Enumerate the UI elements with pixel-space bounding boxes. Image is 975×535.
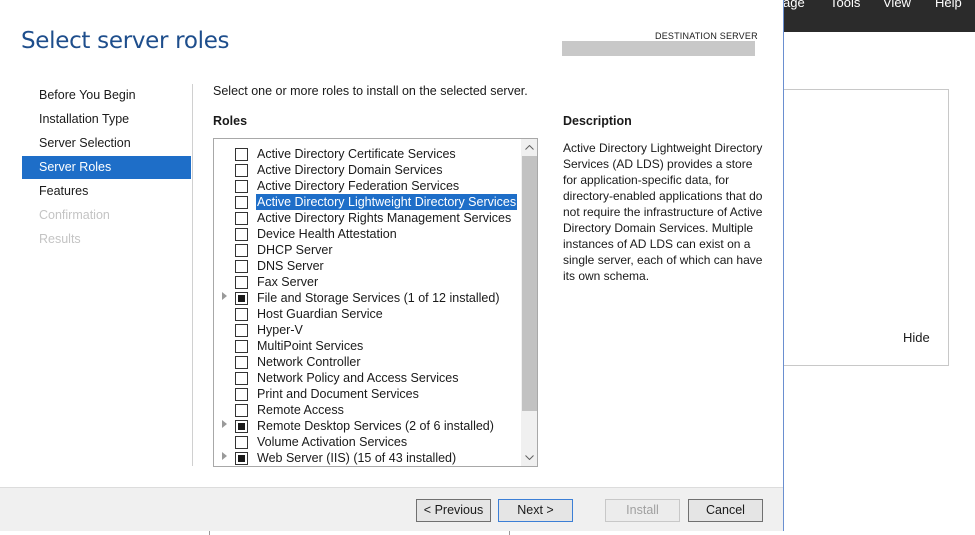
expand-arrow-icon[interactable] [222,452,227,460]
scroll-up-button[interactable] [521,139,537,156]
install-button: Install [605,499,680,522]
role-label: Web Server (IIS) (15 of 43 installed) [257,451,457,465]
role-label: Hyper-V [257,323,303,337]
role-checkbox[interactable] [235,228,248,241]
role-checkbox[interactable] [235,148,248,161]
description-text: Active Directory Lightweight Directory S… [563,141,763,283]
role-label: Active Directory Lightweight Directory S… [254,193,519,211]
nav-server-selection[interactable]: Server Selection [22,132,191,155]
scroll-down-button[interactable] [521,449,537,466]
role-row[interactable]: Remote Desktop Services (2 of 6 installe… [214,417,522,433]
menu-manage[interactable]: age [783,0,805,10]
nav-confirmation: Confirmation [39,208,110,222]
role-row[interactable]: Host Guardian Service [214,305,522,321]
role-checkbox[interactable] [235,276,248,289]
role-label: Network Policy and Access Services [257,371,459,385]
role-label: Remote Desktop Services (2 of 6 installe… [257,419,494,433]
role-row[interactable]: Active Directory Rights Management Servi… [214,209,522,225]
role-label: MultiPoint Services [257,339,364,353]
role-row[interactable]: Print and Document Services [214,385,522,401]
role-label: Network Controller [257,355,361,369]
role-checkbox[interactable] [235,180,248,193]
role-checkbox[interactable] [235,308,248,321]
role-row[interactable]: Network Controller [214,353,522,369]
role-label: Remote Access [257,403,344,417]
role-checkbox[interactable] [235,436,248,449]
nav-before-you-begin[interactable]: Before You Begin [22,84,191,107]
nav-server-roles[interactable]: Server Roles [22,156,191,179]
menu-tools[interactable]: Tools [830,0,860,10]
role-row[interactable]: Hyper-V [214,321,522,337]
role-checkbox[interactable] [235,404,248,417]
role-row[interactable]: DHCP Server [214,241,522,257]
role-checkbox[interactable] [235,196,248,209]
role-row[interactable]: Active Directory Lightweight Directory S… [214,193,522,211]
role-row[interactable]: Remote Access [214,401,522,417]
destination-server-name-redacted [562,41,755,56]
role-checkbox[interactable] [235,420,248,433]
previous-button[interactable]: < Previous [416,499,491,522]
role-row[interactable]: DNS Server [214,257,522,273]
role-label: Volume Activation Services [257,435,408,449]
role-checkbox[interactable] [235,372,248,385]
background-panel [783,89,949,366]
role-row[interactable]: Active Directory Certificate Services [214,145,522,161]
destination-server-label: DESTINATION SERVER [655,31,758,41]
role-checkbox[interactable] [235,340,248,353]
role-label: Active Directory Rights Management Servi… [257,211,512,225]
role-row[interactable]: Web Server (IIS) (15 of 43 installed) [214,449,522,465]
role-row[interactable]: Volume Activation Services [214,433,522,449]
menu-view[interactable]: View [883,0,911,10]
roles-heading: Roles [213,114,248,128]
role-label: Active Directory Certificate Services [257,147,456,161]
add-roles-wizard: Select server roles DESTINATION SERVER B… [0,0,784,531]
cancel-button[interactable]: Cancel [688,499,763,522]
role-label: Active Directory Domain Services [257,163,443,177]
role-label: DNS Server [257,259,324,273]
instruction-text: Select one or more roles to install on t… [213,84,528,98]
nav-divider [192,84,193,466]
role-row[interactable]: MultiPoint Services [214,337,522,353]
role-row[interactable]: Active Directory Federation Services [214,177,522,193]
role-checkbox[interactable] [235,212,248,225]
expand-arrow-icon[interactable] [222,420,227,428]
role-label: DHCP Server [257,243,333,257]
roles-scrollbar[interactable] [521,139,537,466]
role-label: Host Guardian Service [257,307,383,321]
role-label: Active Directory Federation Services [257,179,460,193]
role-checkbox[interactable] [235,164,248,177]
description-heading: Description [563,114,632,128]
role-checkbox[interactable] [235,356,248,369]
role-checkbox[interactable] [235,292,248,305]
menu-help[interactable]: Help [935,0,962,10]
chevron-down-icon [525,455,534,460]
hide-link[interactable]: Hide [903,330,930,345]
page-title: Select server roles [21,28,230,54]
role-checkbox[interactable] [235,452,248,465]
server-manager-menubar: age Tools View Help [783,0,975,32]
next-button[interactable]: Next > [498,499,573,522]
chevron-up-icon [525,145,534,150]
nav-installation-type[interactable]: Installation Type [22,108,191,131]
scroll-thumb[interactable] [522,156,537,411]
role-label: Device Health Attestation [257,227,397,241]
expand-arrow-icon[interactable] [222,292,227,300]
role-checkbox[interactable] [235,388,248,401]
role-row[interactable]: File and Storage Services (1 of 12 insta… [214,289,522,305]
role-row[interactable]: Device Health Attestation [214,225,522,241]
role-row[interactable]: Fax Server [214,273,522,289]
nav-results: Results [39,232,81,246]
wizard-footer: < Previous Next > Install Cancel [0,487,783,531]
role-label: File and Storage Services (1 of 12 insta… [257,291,500,305]
role-row[interactable]: Network Policy and Access Services [214,369,522,385]
role-checkbox[interactable] [235,244,248,257]
role-label: Print and Document Services [257,387,419,401]
role-label: Fax Server [257,275,319,289]
role-checkbox[interactable] [235,324,248,337]
nav-features[interactable]: Features [22,180,191,203]
roles-list[interactable]: Active Directory Certificate Services Act… [213,138,538,467]
role-checkbox[interactable] [235,260,248,273]
role-row[interactable]: Active Directory Domain Services [214,161,522,177]
